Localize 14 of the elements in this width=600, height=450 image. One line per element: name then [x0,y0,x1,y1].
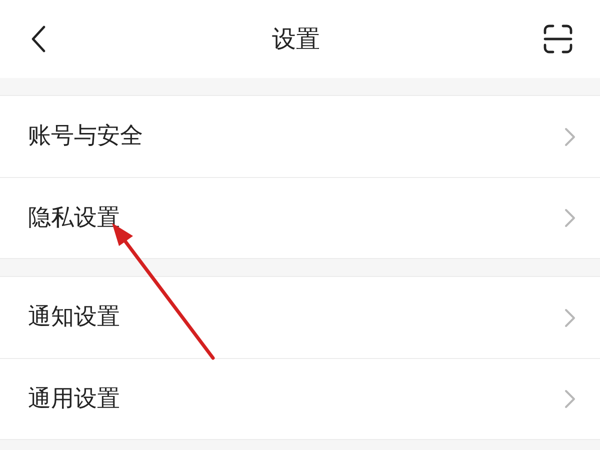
row-label: 账号与安全 [28,122,143,152]
settings-row[interactable]: 账号与安全 [0,96,600,177]
scan-icon [543,24,573,54]
row-label: 隐私设置 [28,204,120,233]
back-icon [29,24,47,54]
row-label: 通知设置 [28,303,120,332]
settings-row[interactable]: 通知设置 [0,277,600,358]
row-label: 通用设置 [28,384,120,414]
page-title: 设置 [272,24,320,55]
chevron-icon [564,308,576,328]
chevron-icon [564,126,576,146]
settings-row[interactable]: 通用设置 [0,358,600,439]
chevron-icon [564,208,576,228]
chevron-icon [564,389,576,409]
